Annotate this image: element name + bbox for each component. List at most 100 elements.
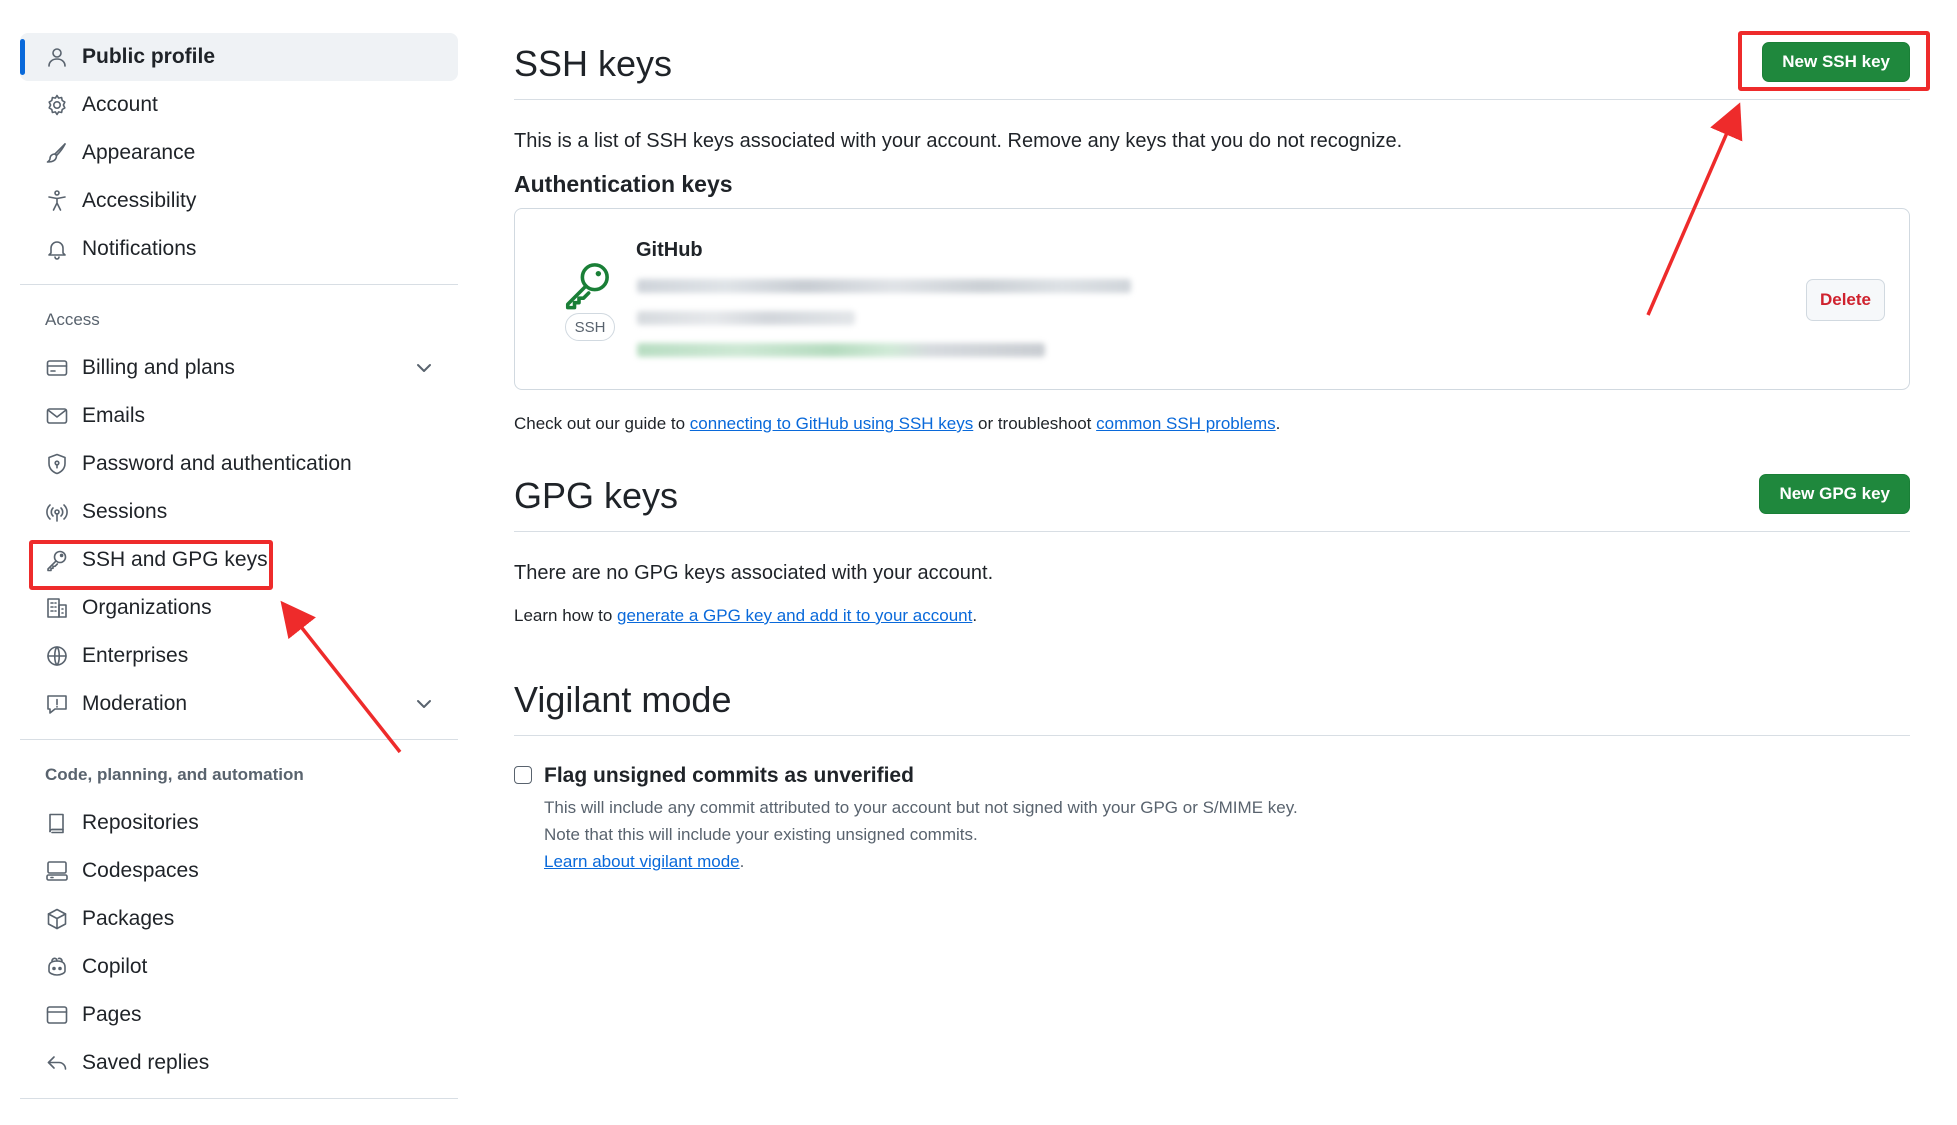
sidebar-item-label: Emails <box>82 404 146 427</box>
ssh-key-last-used-redacted <box>637 343 1045 357</box>
main-content: SSH keys New SSH key This is a list of S… <box>514 30 1910 875</box>
settings-sidebar: Public profile Account Appearance Accessibi… <box>20 33 458 1110</box>
vigilant-mode-title: Vigilant mode <box>514 679 732 720</box>
sidebar-item-organizations[interactable]: Organizations <box>20 584 458 632</box>
ssh-keys-description: This is a list of SSH keys associated wi… <box>514 130 1403 152</box>
sidebar-item-codespaces[interactable]: Codespaces <box>20 847 458 895</box>
report-icon <box>44 691 70 717</box>
sidebar-divider <box>20 739 458 740</box>
chevron-down-icon[interactable] <box>412 692 436 716</box>
gear-icon <box>44 92 70 118</box>
sidebar-item-label: Enterprises <box>82 644 189 667</box>
sidebar-group-code: Repositories Codespaces Packages Copilot Pag… <box>20 799 458 1087</box>
ssh-keys-title: SSH keys <box>514 43 673 84</box>
ssh-guide-suffix: . <box>1275 414 1281 433</box>
gpg-keys-title: GPG keys <box>514 475 679 516</box>
ssh-guide-text: Check out our guide to connecting to Git… <box>514 414 1910 434</box>
delete-ssh-key-button[interactable]: Delete <box>1805 279 1885 321</box>
sidebar-item-label: Saved replies <box>82 1051 210 1074</box>
vigilant-mode-section: Vigilant mode Flag unsigned commits as u… <box>514 666 1910 875</box>
ssh-key-item: SSH GitHub Delete <box>514 208 1910 390</box>
key-icon <box>561 257 615 311</box>
sidebar-heading-code: Code, planning, and automation <box>45 765 304 784</box>
sidebar-item-notifications[interactable]: Notifications <box>20 225 458 273</box>
new-gpg-key-button[interactable]: New GPG key <box>1759 474 1910 514</box>
sidebar-item-emails[interactable]: Emails <box>20 392 458 440</box>
ssh-key-fingerprint-redacted <box>637 279 1131 293</box>
sidebar-item-sessions[interactable]: Sessions <box>20 488 458 536</box>
new-ssh-key-button[interactable]: New SSH key <box>1762 42 1910 82</box>
sidebar-item-label: Organizations <box>82 596 212 619</box>
ssh-guide-link[interactable]: connecting to GitHub using SSH keys <box>690 414 973 433</box>
reply-icon <box>44 1050 70 1076</box>
sidebar-item-account[interactable]: Account <box>20 81 458 129</box>
ssh-key-type-badge: SSH <box>565 313 615 341</box>
bell-icon <box>44 236 70 262</box>
vigilant-learn-suffix: . <box>739 852 745 871</box>
sidebar-item-label: Packages <box>82 907 175 930</box>
repo-icon <box>44 810 70 836</box>
copilot-icon <box>44 954 70 980</box>
vigilant-description: This will include any commit attributed … <box>544 794 1910 875</box>
broadcast-icon <box>44 499 70 525</box>
sidebar-item-billing-and-plans[interactable]: Billing and plans <box>20 344 458 392</box>
ssh-guide-prefix: Check out our guide to <box>514 414 690 433</box>
sidebar-divider <box>20 284 458 285</box>
sidebar-heading-access: Access <box>45 310 100 329</box>
gpg-learn-text: Learn how to generate a GPG key and add … <box>514 606 1910 626</box>
sidebar-item-copilot[interactable]: Copilot <box>20 943 458 991</box>
sidebar-group-profile: Public profile Account Appearance Accessibi… <box>20 33 458 273</box>
sidebar-item-label: Billing and plans <box>82 356 235 379</box>
sidebar-item-label: Moderation <box>82 692 188 715</box>
sidebar-item-repositories[interactable]: Repositories <box>20 799 458 847</box>
organization-icon <box>44 595 70 621</box>
person-icon <box>44 44 70 70</box>
ssh-problems-link[interactable]: common SSH problems <box>1096 414 1276 433</box>
vigilant-learn-link[interactable]: Learn about vigilant mode <box>544 852 740 871</box>
sidebar-item-moderation[interactable]: Moderation <box>20 680 458 728</box>
sidebar-item-label: Accessibility <box>82 189 197 212</box>
codespaces-icon <box>44 858 70 884</box>
gpg-keys-section: GPG keys New GPG key There are no GPG ke… <box>514 462 1910 626</box>
sidebar-item-pages[interactable]: Pages <box>20 991 458 1039</box>
ssh-key-added-date-redacted <box>637 311 855 325</box>
credit-card-icon <box>44 355 70 381</box>
authentication-keys-heading: Authentication keys <box>514 171 733 197</box>
sidebar-item-public-profile[interactable]: Public profile <box>20 33 458 81</box>
gpg-empty-text: There are no GPG keys associated with yo… <box>514 562 994 584</box>
ssh-keys-section: SSH keys New SSH key This is a list of S… <box>514 30 1910 434</box>
paintbrush-icon <box>44 140 70 166</box>
sidebar-item-enterprises[interactable]: Enterprises <box>20 632 458 680</box>
sidebar-item-appearance[interactable]: Appearance <box>20 129 458 177</box>
vigilant-note-line2: Note that this will include your existin… <box>544 825 978 844</box>
flag-unsigned-checkbox[interactable] <box>514 766 532 784</box>
gpg-learn-suffix: . <box>972 606 978 625</box>
sidebar-item-accessibility[interactable]: Accessibility <box>20 177 458 225</box>
sidebar-item-ssh-and-gpg-keys[interactable]: SSH and GPG keys <box>20 536 458 584</box>
sidebar-item-label: Account <box>82 93 158 116</box>
mail-icon <box>44 403 70 429</box>
sidebar-item-packages[interactable]: Packages <box>20 895 458 943</box>
shield-lock-icon <box>44 451 70 477</box>
sidebar-group-access: Billing and plans Emails Password and auth… <box>20 344 458 728</box>
sidebar-item-label: Codespaces <box>82 859 199 882</box>
ssh-key-title: GitHub <box>636 239 703 261</box>
vigilant-mode-header: Vigilant mode <box>514 666 1910 736</box>
sidebar-item-label: Repositories <box>82 811 199 834</box>
sidebar-item-label: Appearance <box>82 141 196 164</box>
key-icon <box>44 547 70 573</box>
chevron-down-icon[interactable] <box>412 356 436 380</box>
ssh-keys-header: SSH keys New SSH key <box>514 30 1910 100</box>
sidebar-divider <box>20 1098 458 1099</box>
package-icon <box>44 906 70 932</box>
sidebar-item-password-and-authentication[interactable]: Password and authentication <box>20 440 458 488</box>
gpg-generate-link[interactable]: generate a GPG key and add it to your ac… <box>617 606 972 625</box>
accessibility-icon <box>44 188 70 214</box>
sidebar-item-label: Notifications <box>82 237 197 260</box>
flag-unsigned-label[interactable]: Flag unsigned commits as unverified <box>544 764 914 788</box>
globe-icon <box>44 643 70 669</box>
sidebar-item-label: Public profile <box>82 45 216 68</box>
vigilant-checkbox-row: Flag unsigned commits as unverified <box>514 764 1910 790</box>
sidebar-item-label: Sessions <box>82 500 168 523</box>
sidebar-item-saved-replies[interactable]: Saved replies <box>20 1039 458 1087</box>
